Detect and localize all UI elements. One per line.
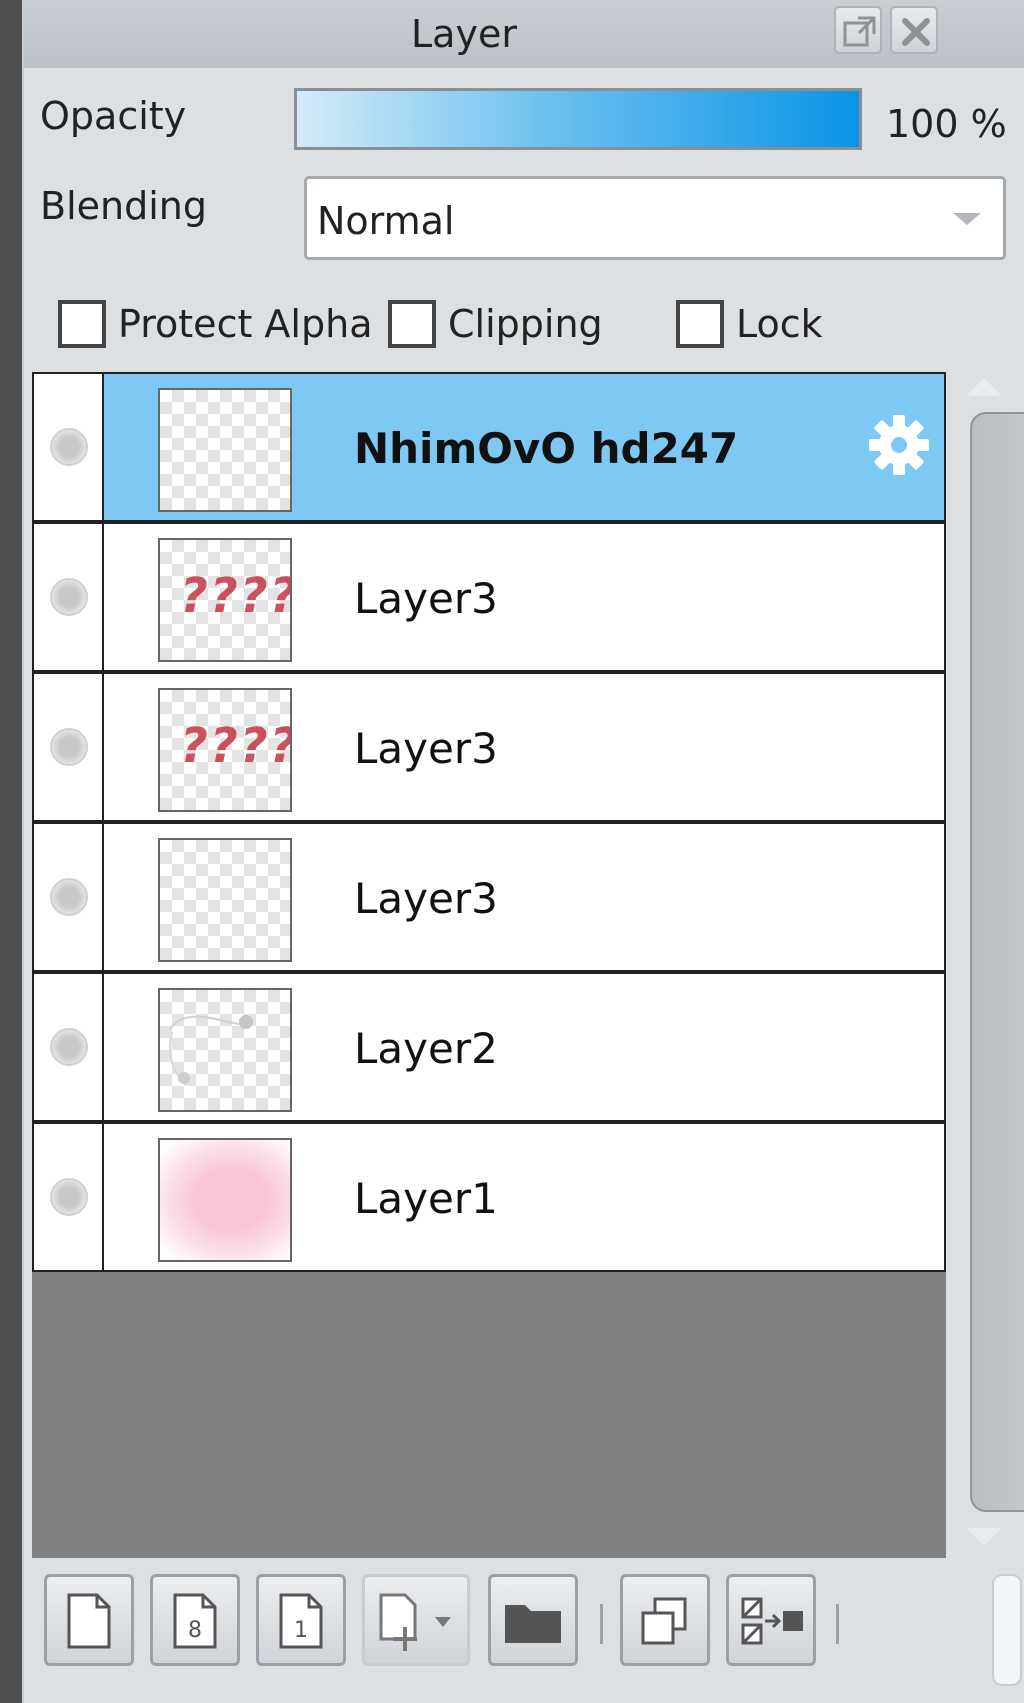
layer-name: Layer3 <box>354 874 498 923</box>
visibility-toggle[interactable] <box>50 1028 88 1066</box>
1bit-label: 1 <box>294 1618 308 1643</box>
blending-value: Normal <box>317 199 455 243</box>
layer-panel: Layer Opacity 100 % Blending Normal Prot… <box>22 0 1024 1703</box>
scroll-up-arrow[interactable] <box>966 378 1002 396</box>
new-layer-button[interactable] <box>44 1574 134 1666</box>
layer-row[interactable]: Layer2 <box>32 972 946 1122</box>
visibility-column <box>34 1124 104 1270</box>
protect-alpha-checkbox[interactable] <box>58 300 106 348</box>
layer-row[interactable]: ???? Layer3 <box>32 672 946 822</box>
close-icon <box>902 18 930 46</box>
opacity-label: Opacity <box>40 94 187 138</box>
pink-thumbnail-fill <box>160 1140 290 1260</box>
scroll-down-arrow[interactable] <box>966 1528 1002 1546</box>
chevron-down-icon <box>953 213 981 225</box>
opacity-slider[interactable] <box>294 88 862 150</box>
visibility-toggle[interactable] <box>50 728 88 766</box>
layer-row[interactable]: Layer1 <box>32 1122 946 1272</box>
layer-name: Layer3 <box>354 574 498 623</box>
blending-select[interactable]: Normal <box>304 176 1006 260</box>
layer-name: Layer3 <box>354 724 498 773</box>
lock-checkbox[interactable] <box>676 300 724 348</box>
thumbnail-text: ???? <box>180 718 292 774</box>
visibility-toggle[interactable] <box>50 878 88 916</box>
folder-icon <box>505 1605 561 1643</box>
visibility-toggle[interactable] <box>50 578 88 616</box>
toolbar-separator <box>836 1604 839 1644</box>
visibility-column <box>34 974 104 1120</box>
blending-label: Blending <box>40 184 207 228</box>
new-1bit-layer-icon: 1 <box>279 1593 323 1649</box>
layer-thumbnail <box>158 988 292 1112</box>
new-8bit-layer-button[interactable]: 8 <box>150 1574 240 1666</box>
protect-alpha-label: Protect Alpha <box>118 302 373 346</box>
new-layer-icon <box>67 1593 111 1649</box>
layer-toolbar: 8 1 <box>32 1560 1022 1703</box>
visibility-column <box>34 524 104 670</box>
8bit-label: 8 <box>188 1618 202 1643</box>
add-layer-menu-button[interactable] <box>362 1574 470 1666</box>
lock-label: Lock <box>736 302 823 346</box>
duplicate-layer-icon <box>641 1597 687 1645</box>
panel-title: Layer <box>411 12 517 56</box>
new-1bit-layer-button[interactable]: 1 <box>256 1574 346 1666</box>
clipping-label: Clipping <box>448 302 603 346</box>
layer-list-scrollbar[interactable] <box>946 372 1024 1558</box>
merge-down-button[interactable] <box>726 1574 816 1666</box>
visibility-toggle[interactable] <box>50 1178 88 1216</box>
layer-row[interactable]: Layer3 <box>32 822 946 972</box>
toolbar-scrollbar[interactable] <box>992 1574 1022 1686</box>
sketch-thumbnail-graphic <box>169 1015 253 1084</box>
layer-row[interactable]: ???? Layer3 <box>32 522 946 672</box>
opacity-value: 100 % <box>886 102 1007 146</box>
toolbar-separator <box>600 1604 603 1644</box>
layer-name: Layer1 <box>354 1174 498 1223</box>
add-layer-menu-icon <box>379 1593 451 1651</box>
layer-thumbnail <box>158 1138 292 1262</box>
layer-thumbnail: ???? <box>158 688 292 812</box>
new-8bit-layer-icon: 8 <box>173 1593 217 1649</box>
visibility-toggle[interactable] <box>50 428 88 466</box>
panel-titlebar[interactable]: Layer <box>24 0 1024 68</box>
layer-thumbnail <box>158 388 292 512</box>
visibility-column <box>34 824 104 970</box>
layer-list: NhimOvO hd247 ???? Layer3 ???? Layer3 La… <box>32 372 946 1558</box>
thumbnail-text: ???? <box>180 568 292 624</box>
layer-name: Layer2 <box>354 1024 498 1073</box>
layer-name: NhimOvO hd247 <box>354 424 739 473</box>
scrollbar-thumb[interactable] <box>970 412 1024 1512</box>
popout-icon <box>843 16 876 47</box>
layer-thumbnail: ???? <box>158 538 292 662</box>
layer-row[interactable]: NhimOvO hd247 <box>32 372 946 522</box>
app-left-edge <box>0 0 22 1703</box>
new-folder-button[interactable] <box>488 1574 578 1666</box>
visibility-column <box>34 374 104 520</box>
duplicate-layer-button[interactable] <box>620 1574 710 1666</box>
detach-panel-button[interactable] <box>834 6 882 54</box>
layer-thumbnail <box>158 838 292 962</box>
visibility-column <box>34 674 104 820</box>
gear-icon[interactable] <box>864 410 934 480</box>
clipping-checkbox[interactable] <box>388 300 436 348</box>
close-panel-button[interactable] <box>890 6 938 54</box>
merge-down-icon <box>741 1597 803 1645</box>
